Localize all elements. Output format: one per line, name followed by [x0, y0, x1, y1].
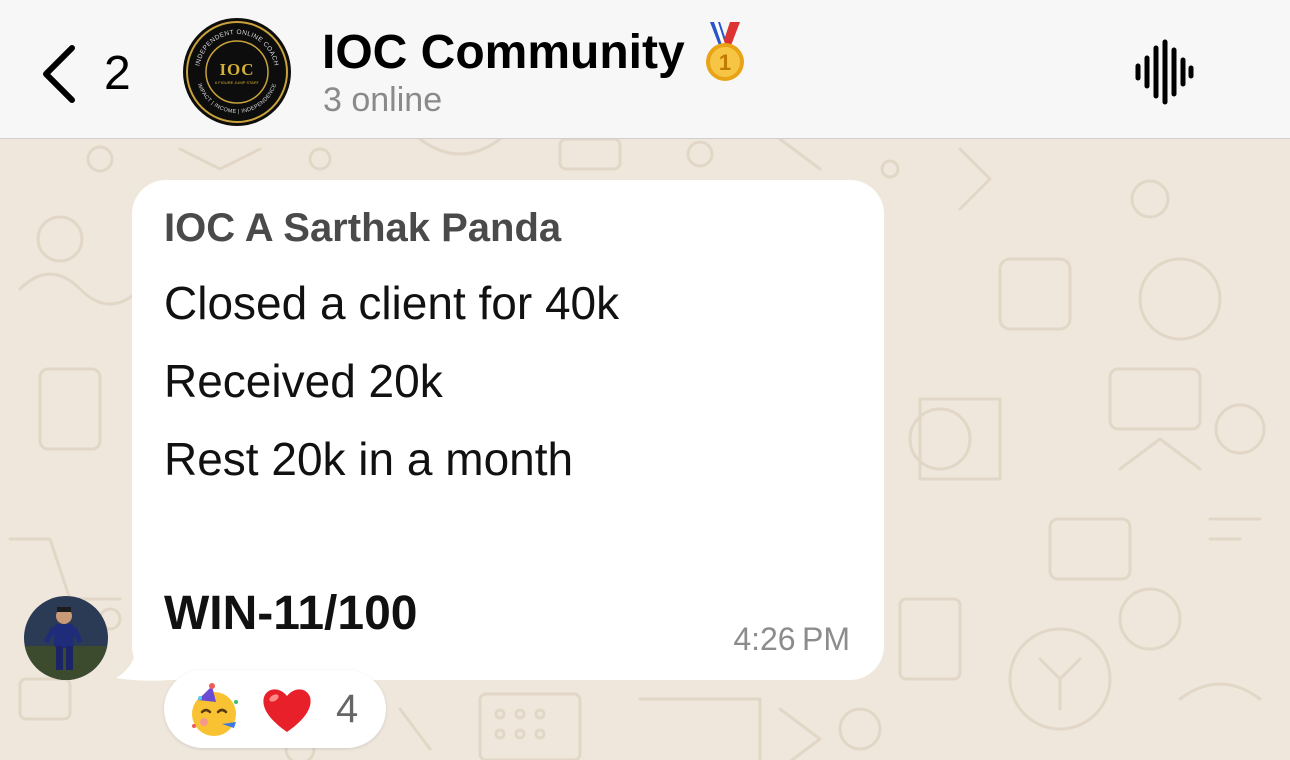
- unread-count: 2: [104, 47, 131, 100]
- message-line: Rest 20k in a month: [164, 433, 574, 485]
- message-timestamp: 4:26 PM: [733, 621, 850, 657]
- chevron-left-icon: [43, 45, 75, 103]
- voice-waveform-icon[interactable]: [1132, 38, 1196, 106]
- logo-main-text: IOC: [219, 60, 254, 79]
- chat-header: 2 INDEPENDENT ONLINE COACH IMPACT | INCO…: [0, 0, 1290, 139]
- message-line: Received 20k: [164, 355, 443, 407]
- message-bubble[interactable]: IOC A Sarthak Panda Closed a client for …: [132, 180, 884, 680]
- svg-text:1: 1: [719, 50, 731, 75]
- group-avatar[interactable]: INDEPENDENT ONLINE COACH IMPACT | INCOME…: [182, 17, 292, 127]
- message-win-line: WIN-11/100: [164, 587, 418, 640]
- message-line: Closed a client for 40k: [164, 277, 620, 329]
- logo-tagline: 6 FIGURE JUMP START: [215, 80, 260, 85]
- first-place-medal-icon: 1: [706, 22, 744, 81]
- reaction-count: 4: [336, 687, 359, 731]
- chat-title-area[interactable]: IOC Community 1 3 online: [322, 22, 882, 122]
- group-title: IOC Community: [322, 26, 685, 79]
- red-heart-icon: [263, 689, 311, 732]
- partying-face-icon: [192, 683, 238, 736]
- online-status: 3 online: [323, 81, 443, 119]
- sender-avatar[interactable]: [24, 596, 108, 680]
- back-button[interactable]: 2: [30, 38, 150, 108]
- reactions-pill[interactable]: 4: [164, 670, 386, 748]
- sender-name[interactable]: IOC A Sarthak Panda: [164, 204, 561, 252]
